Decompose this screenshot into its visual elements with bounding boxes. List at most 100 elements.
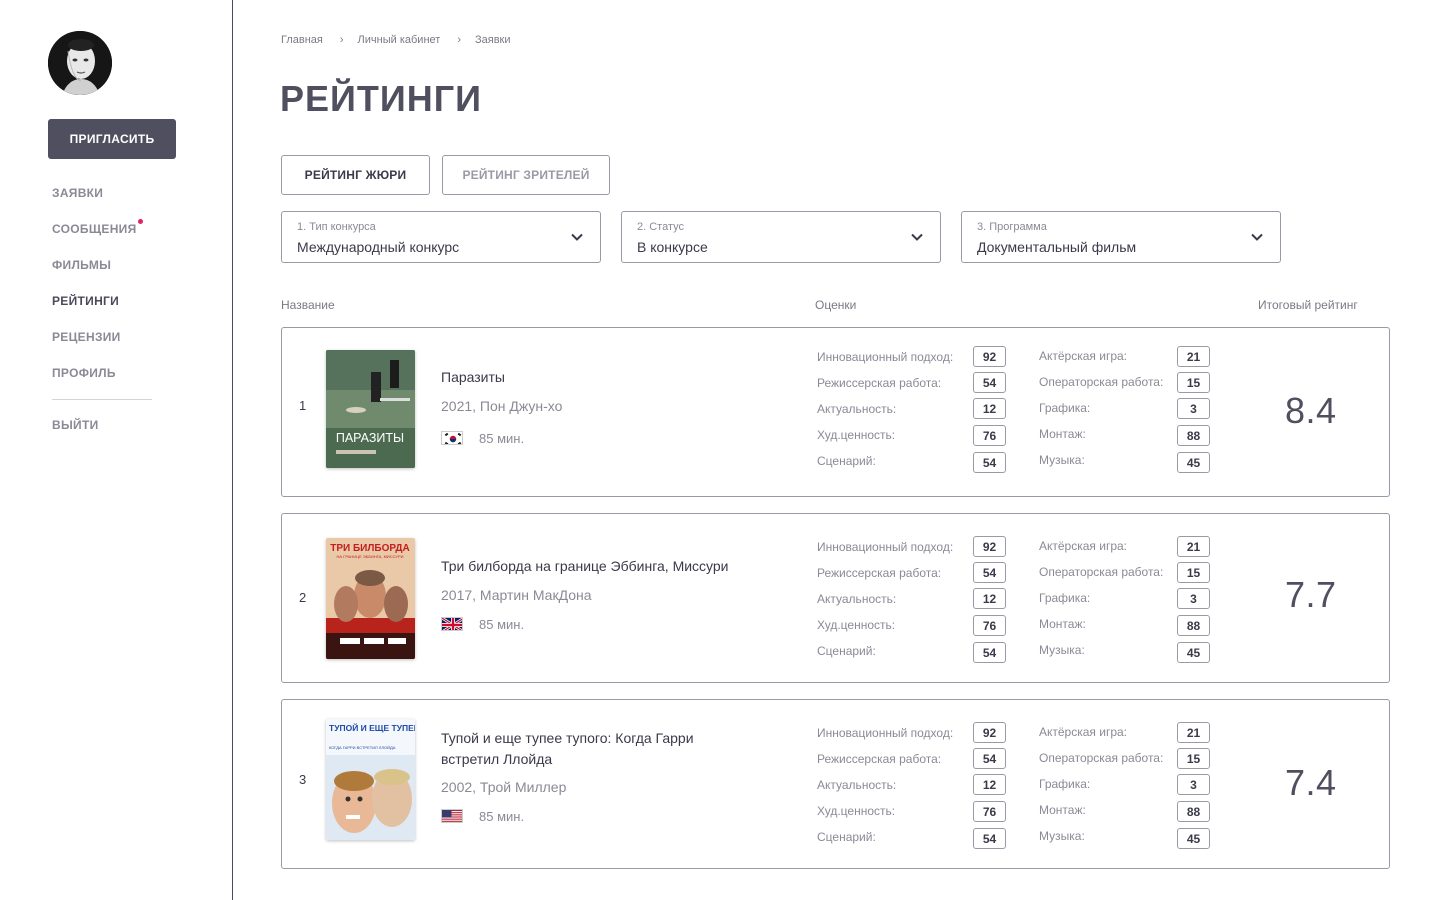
score-value[interactable]: 88 [1177,425,1210,446]
score-value[interactable]: 54 [973,452,1006,473]
sidebar-item-profile[interactable]: ПРОФИЛЬ [52,365,142,401]
score-value[interactable]: 3 [1177,398,1210,419]
rating-row[interactable]: 2 ТРИ БИЛБОРДА НА ГРАНИЦЕ ЭББИНГА, МИССУ… [281,513,1390,683]
column-header-final: Итоговый рейтинг [1258,298,1358,312]
column-header-scores: Оценки [815,298,857,312]
rank-number: 3 [299,772,307,787]
rank-number: 1 [299,398,307,413]
rating-row[interactable]: 3 ТУПОЙ И ЕЩЕ ТУПЕЕ ТУПОГО КОГДА ГАРРИ В… [281,699,1390,869]
score-label: Инновационный подход: [817,350,954,364]
score-value[interactable]: 12 [973,588,1006,609]
breadcrumb-home[interactable]: Главная [281,34,323,46]
chevron-down-icon [1251,233,1263,241]
film-title[interactable]: Паразиты [441,367,505,388]
score-label: Актёрская игра: [1039,539,1128,553]
contest-type-select[interactable]: 1. Тип конкурса Международный конкурс [281,211,601,263]
chevron-right-icon: › [339,34,344,46]
score-value[interactable]: 21 [1177,722,1210,743]
logout-link[interactable]: ВЫЙТИ [52,418,99,432]
avatar[interactable] [48,31,112,95]
score-label: Сценарий: [817,830,876,844]
score-label: Режиссерская работа: [817,376,942,390]
page-title: РЕЙТИНГИ [280,78,483,119]
select-label: 3. Программа [977,221,1047,233]
score-label: Актуальность: [817,778,897,792]
score-value[interactable]: 3 [1177,774,1210,795]
sidebar: ПРИГЛАСИТЬ ЗАЯВКИ СООБЩЕНИЯ ФИЛЬМЫ РЕЙТИ… [0,0,233,900]
unread-badge [138,219,143,224]
poster-title: ТРИ БИЛБОРДА [330,543,410,554]
score-label: Режиссерская работа: [817,566,942,580]
score-label: Графика: [1039,401,1091,415]
score-label: Операторская работа: [1039,751,1164,765]
invite-button[interactable]: ПРИГЛАСИТЬ [48,119,176,159]
score-value[interactable]: 76 [973,615,1006,636]
chevron-down-icon [571,233,583,241]
score-label: Актуальность: [817,592,897,606]
final-rating: 7.4 [1285,762,1337,803]
chevron-right-icon: › [457,34,461,46]
sidebar-item-ratings[interactable]: РЕЙТИНГИ [52,293,142,329]
score-label: Инновационный подход: [817,726,954,740]
score-value[interactable]: 45 [1177,452,1210,473]
score-value[interactable]: 21 [1177,536,1210,557]
breadcrumb-account[interactable]: Личный кабинет [358,34,441,46]
rating-row[interactable]: 1 ПАРАЗИТЫ Паразиты 2021, Пон Джун-хо 85… [281,327,1390,497]
score-value[interactable]: 92 [973,346,1006,367]
score-label: Актёрская игра: [1039,725,1128,739]
score-value[interactable]: 92 [973,722,1006,743]
score-value[interactable]: 45 [1177,828,1210,849]
score-value[interactable]: 45 [1177,642,1210,663]
score-value[interactable]: 76 [973,801,1006,822]
film-meta: 2017, Мартин МакДона [441,587,592,603]
sidebar-item-films[interactable]: ФИЛЬМЫ [52,257,142,293]
uk-flag-icon [441,617,463,631]
score-value[interactable]: 15 [1177,748,1210,769]
breadcrumb: Главная › Личный кабинет › Заявки [281,34,511,46]
sidebar-item-messages[interactable]: СООБЩЕНИЯ [52,219,143,257]
score-value[interactable]: 54 [973,642,1006,663]
score-value[interactable]: 54 [973,562,1006,583]
score-label: Монтаж: [1039,617,1086,631]
score-value[interactable]: 15 [1177,562,1210,583]
score-value[interactable]: 54 [973,372,1006,393]
tab-jury-rating[interactable]: РЕЙТИНГ ЖЮРИ [281,155,430,195]
column-header-name: Название [281,298,335,312]
program-select[interactable]: 3. Программа Документальный фильм [961,211,1281,263]
score-label: Худ.ценность: [817,804,896,818]
score-label: Режиссерская работа: [817,752,942,766]
status-select[interactable]: 2. Статус В конкурсе [621,211,941,263]
sidebar-item-applications[interactable]: ЗАЯВКИ [52,185,142,221]
score-value[interactable]: 54 [973,748,1006,769]
score-value[interactable]: 3 [1177,588,1210,609]
film-poster[interactable]: ТРИ БИЛБОРДА НА ГРАНИЦЕ ЭББИНГА, МИССУРИ [326,538,415,659]
sidebar-item-label: СООБЩЕНИЯ [52,222,137,236]
score-label: Худ.ценность: [817,428,896,442]
sidebar-divider [52,399,152,400]
film-duration: 85 мин. [479,809,525,824]
score-value[interactable]: 92 [973,536,1006,557]
film-title[interactable]: Три билборда на границе Эббинга, Миссури [441,556,729,577]
score-value[interactable]: 54 [973,828,1006,849]
tab-viewers-rating[interactable]: РЕЙТИНГ ЗРИТЕЛЕЙ [442,155,610,195]
score-value[interactable]: 12 [973,774,1006,795]
final-rating: 8.4 [1285,390,1337,431]
film-meta: 2021, Пон Джун-хо [441,398,563,414]
score-value[interactable]: 88 [1177,615,1210,636]
film-poster[interactable]: ПАРАЗИТЫ [326,350,415,468]
score-value[interactable]: 21 [1177,346,1210,367]
poster-subtitle: КОГДА ГАРРИ ВСТРЕТИЛ ЛЛОЙДА [329,745,396,750]
film-duration: 85 мин. [479,431,525,446]
film-poster[interactable]: ТУПОЙ И ЕЩЕ ТУПЕЕ ТУПОГО КОГДА ГАРРИ ВСТ… [326,719,415,840]
poster-title: ТУПОЙ И ЕЩЕ ТУПЕЕ ТУПОГО [329,722,415,733]
usa-flag-icon [441,809,463,823]
score-value[interactable]: 88 [1177,801,1210,822]
sidebar-item-reviews[interactable]: РЕЦЕНЗИИ [52,329,142,365]
score-value[interactable]: 12 [973,398,1006,419]
score-value[interactable]: 15 [1177,372,1210,393]
breadcrumb-applications[interactable]: Заявки [475,34,511,46]
select-value: В конкурсе [637,239,708,255]
score-value[interactable]: 76 [973,425,1006,446]
film-title[interactable]: Тупой и еще тупее тупого: Когда Гарри вс… [441,728,721,770]
score-label: Актуальность: [817,402,897,416]
